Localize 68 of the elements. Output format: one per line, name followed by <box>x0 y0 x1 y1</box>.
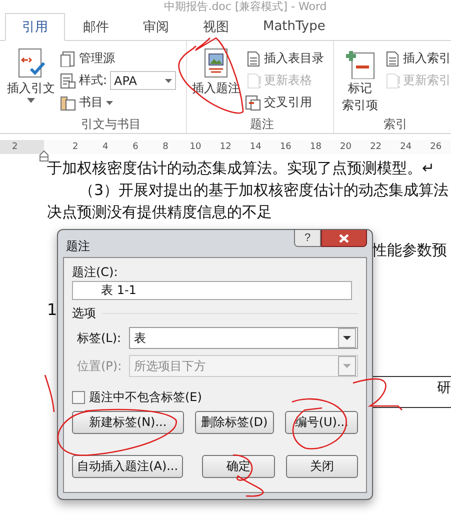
caret-icon <box>343 364 351 368</box>
document-list-icon <box>384 50 400 66</box>
dialog-title: 题注 <box>66 238 90 255</box>
ruler-number: 10 <box>188 142 202 152</box>
ruler-number: 20 <box>339 142 352 152</box>
ribbon-button[interactable]: 书目 <box>60 93 176 112</box>
dropdown-field[interactable]: 表 <box>128 327 358 349</box>
ribbon-button[interactable]: 管理源 <box>60 49 176 68</box>
ribbon-button[interactable]: 交叉引用 <box>244 93 324 112</box>
ribbon-tab[interactable]: MathType <box>247 13 342 40</box>
close-button[interactable] <box>321 230 367 247</box>
ruler-number: 4 <box>102 142 110 152</box>
ribbon-button[interactable]: 插入索引 <box>384 49 451 68</box>
ruler-number: 26 <box>429 142 443 152</box>
ribbon-tab[interactable]: 视图 <box>187 13 245 40</box>
style-icon <box>60 72 76 88</box>
style-label: 样式: <box>79 72 108 89</box>
close-icon <box>339 234 349 242</box>
field-label: 位置(P): <box>77 358 123 374</box>
paragraph: 于加权核密度估计的动态集成算法。实现了点预测模型。↵ <box>47 158 436 179</box>
group-label: 索引 <box>382 116 408 131</box>
ruler-number: 12 <box>218 142 232 152</box>
books-icon <box>60 94 76 110</box>
document-alert-icon <box>384 72 400 88</box>
caret-icon <box>343 336 351 340</box>
ribbon-button[interactable]: 插入引文 <box>6 45 56 116</box>
paragraph: 1 <box>47 300 58 320</box>
window-title: 中期报告.doc [兼容模式] - Word <box>163 0 328 13</box>
annotation-stroke <box>44 374 55 412</box>
checkbox[interactable] <box>72 390 85 404</box>
ruler-number: 6 <box>132 142 140 152</box>
dialog-button[interactable]: 关闭 <box>286 455 358 478</box>
ruler-number: 24 <box>399 142 413 152</box>
document-list-icon <box>244 50 261 66</box>
ruler-number: 2 <box>71 142 80 152</box>
ruler-number: 14 <box>248 142 262 152</box>
ribbon-tab[interactable]: 引用 <box>5 13 65 41</box>
caption-field[interactable]: 表 1-1 <box>72 281 352 300</box>
ribbon-tab[interactable]: 邮件 <box>67 13 125 40</box>
ruler-number: 8 <box>162 142 170 152</box>
cross-reference-icon <box>244 94 261 110</box>
dialog-button[interactable]: 删除标签(D) <box>194 411 274 434</box>
checkbox-label: 题注中不包含标签(E) <box>89 388 202 406</box>
paragraph: 决点预测没有提供精度信息的不足 <box>47 202 273 223</box>
ribbon-tab[interactable]: 审阅 <box>127 13 185 40</box>
caret-icon <box>165 78 172 82</box>
field-label: 标签(L): <box>77 330 122 346</box>
ribbon-button[interactable]: 插入表目录 <box>244 49 324 68</box>
ribbon-button[interactable]: 标记 索引项 <box>340 45 380 116</box>
ruler-number: 22 <box>369 142 383 152</box>
group-label: 题注 <box>248 116 275 131</box>
section-heading: 选项 <box>72 304 96 322</box>
ruler-number: 16 <box>278 142 292 152</box>
document-alert-icon <box>244 72 261 88</box>
caret-icon <box>27 98 35 103</box>
documents-icon <box>60 50 76 66</box>
ruler-number: 18 <box>308 142 322 152</box>
dialog-button[interactable]: 新建标签(N)... <box>72 411 184 434</box>
ruler-number: 2 <box>0 140 44 154</box>
dialog-button[interactable]: 自动插入题注(A)... <box>72 455 184 478</box>
help-button[interactable]: ? <box>294 230 321 247</box>
caret-icon <box>106 100 113 104</box>
field-label: 题注(C): <box>72 264 119 281</box>
paragraph: （3）开展对提出的基于加权核密度估计的动态集成算法 <box>78 180 450 201</box>
dialog-button[interactable]: 确定 <box>202 455 275 478</box>
annotation-stroke <box>352 378 402 410</box>
style-dropdown[interactable]: APA <box>110 71 176 90</box>
group-label: 引文与书目 <box>80 116 142 131</box>
